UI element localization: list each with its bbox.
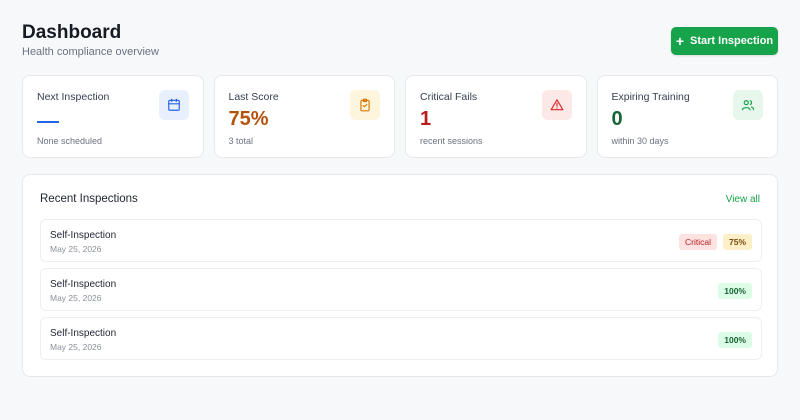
stat-card-last-score[interactable]: Last Score 75% 3 total — [213, 75, 395, 158]
recent-inspections-list: Self-Inspection May 25, 2026 Critical 75… — [40, 219, 762, 366]
empty-value-dash — [37, 120, 59, 123]
inspection-name: Self-Inspection — [50, 328, 117, 339]
inspection-name: Self-Inspection — [50, 230, 117, 241]
start-inspection-button[interactable]: + Start Inspection — [671, 27, 778, 55]
calendar-icon — [158, 90, 189, 120]
users-icon — [733, 90, 763, 120]
stat-card-expiring-training[interactable]: Expiring Training 0 within 30 days — [596, 75, 778, 158]
stat-card-sub: within 30 days — [611, 136, 669, 146]
inspection-date: May 25, 2026 — [50, 244, 102, 254]
recent-inspections-title: Recent Inspections — [40, 193, 138, 205]
inspection-date: May 25, 2026 — [50, 342, 102, 352]
page-subtitle: Health compliance overview — [22, 46, 159, 58]
start-inspection-label: Start Inspection — [690, 35, 774, 47]
stat-card-sub: None scheduled — [37, 136, 103, 146]
plus-icon: + — [675, 32, 685, 49]
inspection-badges: 100% — [718, 283, 752, 299]
inspection-badges: Critical 75% — [679, 234, 752, 250]
list-item[interactable]: Self-Inspection May 25, 2026 100% — [40, 268, 762, 311]
view-all-link[interactable]: View all — [726, 194, 760, 205]
page-title: Dashboard — [22, 22, 122, 43]
inspection-date: May 25, 2026 — [50, 293, 102, 303]
warning-triangle-icon — [541, 90, 572, 120]
clipboard-check-icon — [350, 90, 380, 120]
stat-card-sub: 3 total — [228, 136, 254, 146]
score-badge: 75% — [722, 234, 752, 250]
stat-card-sub: recent sessions — [420, 136, 483, 146]
recent-inspections-panel: Recent Inspections View all Self-Inspect… — [22, 174, 778, 377]
inspection-name: Self-Inspection — [50, 279, 117, 290]
list-item[interactable]: Self-Inspection May 25, 2026 100% — [40, 317, 762, 360]
list-item[interactable]: Self-Inspection May 25, 2026 Critical 75… — [40, 219, 762, 262]
inspection-badges: 100% — [718, 332, 752, 348]
score-badge: 100% — [718, 332, 752, 348]
stat-card-next-inspection[interactable]: Next Inspection None scheduled — [22, 75, 204, 158]
stat-card-critical-fails[interactable]: Critical Fails 1 recent sessions — [405, 75, 587, 158]
page-header: Dashboard Health compliance overview + S… — [22, 0, 778, 72]
critical-badge: Critical — [679, 234, 717, 250]
stat-cards: Next Inspection None scheduled Last Scor… — [22, 75, 778, 158]
score-badge: 100% — [718, 283, 752, 299]
